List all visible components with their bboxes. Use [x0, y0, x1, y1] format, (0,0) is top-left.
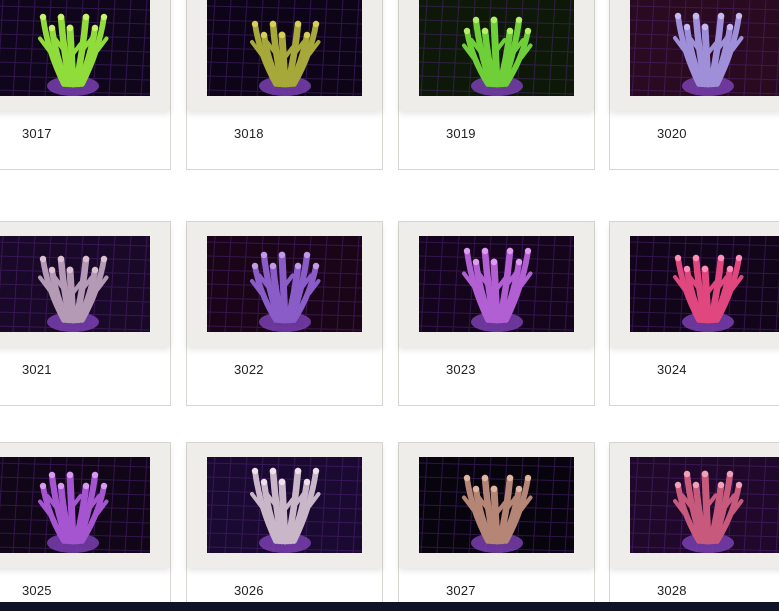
photo-frame	[399, 443, 594, 568]
coral-photo[interactable]	[419, 236, 574, 332]
coral-photo-graphic	[630, 236, 779, 332]
coral-id-label: 3024	[657, 362, 687, 377]
coral-photo-graphic	[419, 457, 574, 553]
coral-id-label: 3019	[446, 126, 476, 141]
photo-frame	[0, 443, 170, 568]
photo-frame	[187, 222, 382, 347]
coral-photo-graphic	[0, 457, 150, 553]
coral-card[interactable]: 3023	[398, 221, 595, 406]
coral-id-label: 3022	[234, 362, 264, 377]
coral-id-label: 3020	[657, 126, 687, 141]
coral-photo[interactable]	[207, 236, 362, 332]
coral-card[interactable]: 3027	[398, 442, 595, 611]
coral-id-label: 3017	[22, 126, 52, 141]
coral-id-label: 3027	[446, 583, 476, 598]
coral-photo[interactable]	[0, 457, 150, 553]
coral-photo-graphic	[207, 0, 362, 96]
coral-photo-graphic	[0, 0, 150, 96]
coral-id-label: 3021	[22, 362, 52, 377]
coral-photo-graphic	[630, 0, 779, 96]
coral-photo[interactable]	[207, 0, 362, 96]
coral-photo[interactable]	[0, 236, 150, 332]
coral-photo-graphic	[419, 0, 574, 96]
coral-photo-graphic	[207, 236, 362, 332]
coral-card[interactable]: 3017	[0, 0, 171, 170]
coral-photo[interactable]	[419, 457, 574, 553]
photo-frame	[399, 222, 594, 347]
photo-frame	[610, 222, 779, 347]
coral-photo-graphic	[630, 457, 779, 553]
coral-photo[interactable]	[630, 236, 779, 332]
coral-photo[interactable]	[630, 457, 779, 553]
coral-gallery-grid: 3017 3018 3019 3020 3021 3022 3023 3024 3025 3026…	[0, 0, 779, 611]
coral-card[interactable]: 3020	[609, 0, 779, 170]
coral-card[interactable]: 3018	[186, 0, 383, 170]
coral-photo[interactable]	[207, 457, 362, 553]
coral-id-label: 3025	[22, 583, 52, 598]
coral-photo-graphic	[0, 236, 150, 332]
coral-id-label: 3023	[446, 362, 476, 377]
bottom-bar	[0, 602, 779, 611]
coral-photo-graphic	[419, 236, 574, 332]
coral-id-label: 3018	[234, 126, 264, 141]
coral-card[interactable]: 3019	[398, 0, 595, 170]
coral-photo[interactable]	[630, 0, 779, 96]
photo-frame	[399, 0, 594, 111]
photo-frame	[610, 443, 779, 568]
coral-card[interactable]: 3025	[0, 442, 171, 611]
photo-frame	[610, 0, 779, 111]
coral-photo-graphic	[207, 457, 362, 553]
photo-frame	[187, 443, 382, 568]
photo-frame	[0, 222, 170, 347]
photo-frame	[187, 0, 382, 111]
coral-card[interactable]: 3021	[0, 221, 171, 406]
coral-card[interactable]: 3024	[609, 221, 779, 406]
coral-card[interactable]: 3026	[186, 442, 383, 611]
coral-id-label: 3026	[234, 583, 264, 598]
coral-card[interactable]: 3022	[186, 221, 383, 406]
coral-photo[interactable]	[419, 0, 574, 96]
coral-id-label: 3028	[657, 583, 687, 598]
coral-photo[interactable]	[0, 0, 150, 96]
photo-frame	[0, 0, 170, 111]
coral-card[interactable]: 3028	[609, 442, 779, 611]
